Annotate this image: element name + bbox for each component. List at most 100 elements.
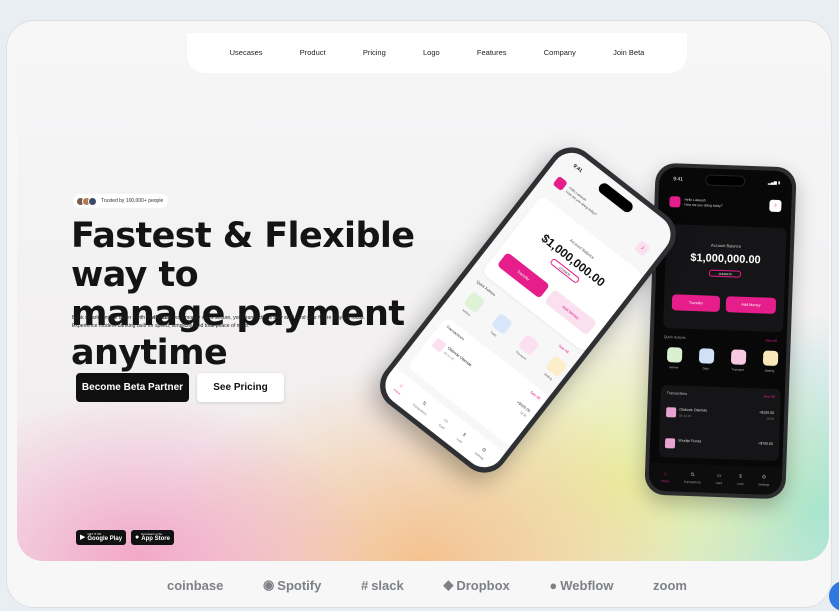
hero-section: Usecases Product Pricing Logo Features C…	[17, 33, 829, 561]
see-all-link[interactable]: See All	[763, 395, 774, 399]
signal-icon: ▂▄▆ ▮	[767, 179, 781, 185]
bell-icon[interactable]: ♪	[633, 239, 651, 257]
greeting: Hello Lukeeah How are you doing today?	[669, 196, 723, 209]
tab-loan[interactable]: $ Loan	[456, 431, 469, 444]
logo-text: Webflow	[560, 577, 614, 593]
webflow-icon: ●	[549, 577, 558, 593]
transfer-button[interactable]: Transfer	[496, 251, 550, 299]
tile-betting[interactable]: Betting	[758, 350, 783, 373]
avatar-group	[76, 196, 97, 206]
gear-icon: ⚙	[761, 474, 767, 481]
partner-logos: coinbase ◉ Spotify # slack ◆ Dropbox ● Webfl…	[167, 573, 687, 597]
tab-card[interactable]: ▭ Card	[438, 417, 451, 430]
status-time: 9:41	[571, 163, 584, 175]
quick-action-tiles: Airtime Data Transport Betting	[662, 347, 783, 373]
loan-icon: $	[461, 431, 467, 439]
tile-transport[interactable]: Transport	[509, 331, 544, 365]
see-all-link[interactable]: See All	[558, 344, 570, 354]
hero-description: Bank smarter, move faster - with SwiftVa…	[72, 315, 382, 330]
trusted-text: Trusted by 100,000+ people	[101, 198, 164, 204]
tile-label: Data	[489, 330, 498, 338]
nav-item-product[interactable]: Product	[300, 48, 326, 57]
swap-icon: ⇅	[690, 472, 695, 479]
logo-text: Dropbox	[456, 577, 510, 593]
transaction-time: 18:58	[766, 416, 775, 421]
nav-item-company[interactable]: Company	[544, 48, 576, 57]
tab-home[interactable]: ⌂ Home	[661, 471, 669, 483]
transaction-amount: +$100.00	[759, 410, 775, 415]
slack-icon: #	[360, 577, 369, 593]
swap-icon: ⇅	[420, 400, 428, 408]
tab-settings[interactable]: ⚙ Settings	[758, 474, 769, 487]
wifi-icon	[698, 348, 714, 364]
transactions-card: Transactions See All Olabode Olamide 05-…	[658, 384, 782, 462]
dropbox-icon: ◆	[443, 577, 454, 592]
tile-airtime[interactable]: Airtime	[455, 288, 490, 322]
tab-label: Home	[661, 479, 670, 484]
tab-home[interactable]: ⌂ Home	[393, 381, 407, 396]
tab-loan[interactable]: $ Loan	[737, 474, 744, 486]
nav-item-usecases[interactable]: Usecases	[230, 48, 263, 57]
tab-transactions[interactable]: ⇅ Transactions	[683, 472, 701, 485]
phone-screen: 9:41 ▂▄▆ ▮ Hello Lukeeah How are you doin…	[648, 166, 793, 496]
tile-data[interactable]: Data	[694, 348, 719, 371]
dynamic-island	[596, 181, 635, 215]
logo-webflow: ● Webflow	[549, 578, 613, 593]
balance-card: Account Balance $1,000,000.00 12345678 T…	[663, 224, 787, 333]
transfer-button[interactable]: Transfer	[671, 294, 721, 312]
tab-transactions[interactable]: ⇅ Transactions	[412, 396, 433, 416]
avatar	[669, 196, 681, 208]
become-beta-partner-button[interactable]: Become Beta Partner	[76, 373, 189, 402]
tab-card[interactable]: ▭ Card	[716, 473, 723, 485]
tab-label: Transactions	[683, 479, 701, 485]
tile-airtime[interactable]: Airtime	[662, 347, 687, 370]
tab-label: Card	[715, 480, 723, 486]
avatar	[552, 175, 568, 192]
tab-label: Loan	[736, 481, 744, 486]
tab-bar: ⌂ Home ⇅ Transactions ▭ Card $ Loan ⚙ Setting…	[648, 462, 783, 496]
transaction-icon	[664, 438, 676, 449]
tile-betting[interactable]: Betting	[537, 352, 572, 386]
tile-label: Airtime	[668, 365, 679, 370]
see-all-link[interactable]: See All	[765, 339, 776, 343]
card-icon: ▭	[716, 472, 722, 480]
loan-icon: $	[739, 473, 743, 480]
spotify-icon: ◉	[262, 577, 275, 592]
nav-item-join-beta[interactable]: Join Beta	[613, 48, 644, 57]
gear-icon: ⚙	[479, 446, 488, 455]
nav-item-logo[interactable]: Logo	[423, 48, 440, 57]
google-play-button[interactable]: ▶ GET IT ON Google Play	[76, 530, 127, 545]
greeting-sub: How are you doing today?	[684, 202, 723, 208]
logo-text: slack	[371, 577, 404, 593]
logo-text: coinbase	[167, 577, 224, 593]
transaction-amount: +$700.00	[757, 441, 774, 446]
bus-icon	[730, 349, 746, 365]
add-money-button[interactable]: Add Money	[544, 288, 598, 336]
phone-icon	[666, 347, 682, 363]
tab-settings[interactable]: ⚙ Settings	[474, 445, 490, 461]
tile-data[interactable]: Data	[482, 309, 517, 343]
home-icon: ⌂	[663, 471, 667, 478]
tile-transport[interactable]: Transport	[726, 349, 751, 372]
desc-text: Bank smarter, move faster - with	[72, 315, 147, 321]
bell-icon[interactable]: ♪	[769, 199, 782, 213]
nav-item-pricing[interactable]: Pricing	[363, 48, 386, 57]
store-name: Google Play	[87, 535, 123, 542]
apple-icon: ●	[135, 534, 140, 541]
tile-label: Data	[702, 366, 709, 371]
transaction-name: Shodipi Funda	[678, 438, 702, 444]
transaction-date: 05-12-25	[678, 413, 692, 419]
nav-item-features[interactable]: Features	[477, 48, 507, 57]
transaction-icon	[665, 407, 677, 418]
see-pricing-button[interactable]: See Pricing	[197, 373, 284, 402]
add-money-button[interactable]: Add Money	[725, 296, 777, 314]
see-all-link[interactable]: See All	[529, 390, 541, 400]
balance-amount: $1,000,000.00	[690, 251, 761, 267]
trusted-badge: Trusted by 100,000+ people	[73, 194, 169, 208]
home-icon: ⌂	[398, 382, 405, 390]
ball-icon	[762, 350, 778, 367]
logo-coinbase: coinbase	[167, 578, 223, 593]
app-store-button[interactable]: ● Download on the App Store	[131, 530, 174, 545]
logo-spotify: ◉ Spotify	[263, 577, 321, 593]
logo-text: zoom	[653, 577, 687, 593]
